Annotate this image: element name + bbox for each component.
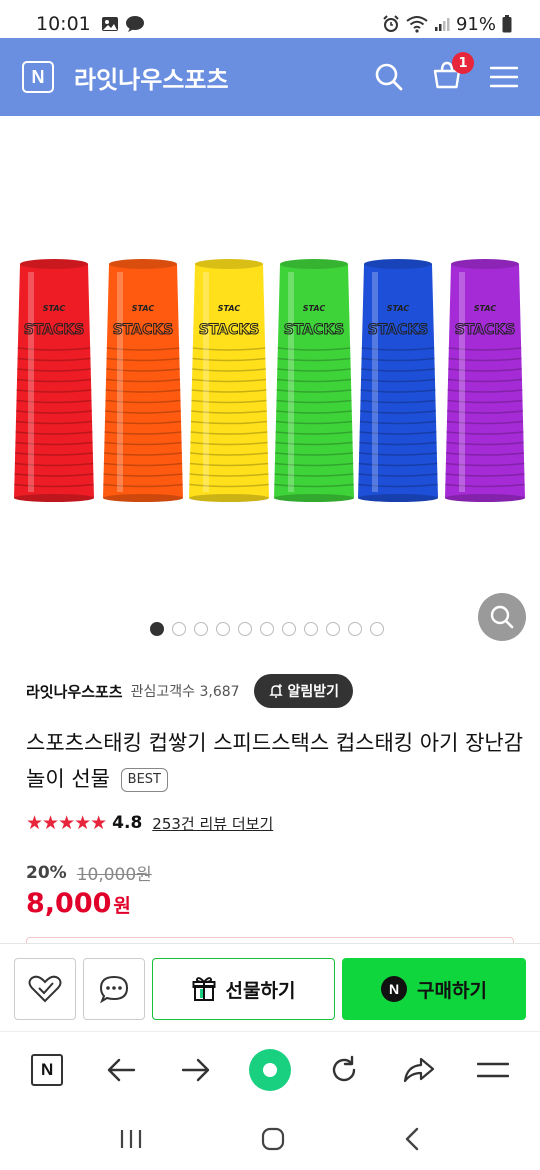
brand-mark-text: STAC (132, 304, 155, 313)
cup-label-text: STACKS (24, 322, 85, 338)
status-time: 10:01 (36, 13, 91, 35)
follower-count: 관심고객수 3,687 (130, 684, 240, 700)
gallery-icon (101, 17, 118, 31)
arrow-right-icon (181, 1058, 209, 1081)
green-dot-button[interactable] (245, 1045, 295, 1095)
search-icon[interactable] (374, 62, 404, 92)
naverpay-n-icon: N (381, 976, 408, 1002)
alarm-icon (383, 15, 399, 32)
heart-check-icon (28, 975, 62, 1003)
gift-label: 선물하기 (225, 979, 296, 1002)
cup-label-text: STACKS (455, 322, 516, 338)
stacked-cups: STAC STACKS (189, 259, 269, 502)
back-nav-icon[interactable] (402, 1126, 422, 1152)
chat-bubble-icon (99, 975, 129, 1004)
talktalk-chat-button[interactable] (83, 958, 145, 1020)
brand-mark-text: STAC (218, 304, 241, 313)
stacked-cups: STAC STACKS (445, 259, 525, 502)
cup-label-text: STACKS (113, 322, 174, 338)
image-zoom-button[interactable] (478, 593, 526, 641)
cart-button[interactable]: 1 (432, 52, 474, 94)
hamburger-icon (476, 1062, 509, 1077)
battery-icon (502, 15, 512, 33)
final-price: 8,000 원 (26, 888, 131, 919)
menu-icon[interactable] (490, 65, 518, 89)
store-header: N 라잇나우스포츠 1 (0, 38, 540, 116)
rating-row: ★★★★★ 4.8 253건 리뷰 더보기 (26, 812, 273, 834)
discount-rate: 20% (26, 862, 67, 883)
forward-button[interactable] (171, 1045, 221, 1095)
final-price-currency: 원 (113, 895, 131, 917)
carousel-dot[interactable] (348, 622, 362, 636)
review-more-link[interactable]: 253건 리뷰 더보기 (152, 813, 273, 834)
reload-button[interactable] (319, 1045, 369, 1095)
zoom-search-icon (490, 605, 514, 629)
naver-home-button[interactable]: N (22, 1045, 72, 1095)
stacked-cups: STAC STACKS (103, 259, 183, 502)
brand-mark-text: STAC (303, 304, 326, 313)
cup-label-text: STACKS (199, 322, 260, 338)
product-image: STAC STACKS STAC STACKS STAC STACKS STAC STACKS… (14, 259, 525, 502)
cart-count-badge: 1 (452, 52, 474, 74)
carousel-dot[interactable] (172, 622, 186, 636)
gift-icon (192, 977, 216, 1001)
share-arrow-icon (403, 1057, 434, 1082)
best-badge: BEST (120, 768, 168, 792)
original-price: 10,000원 (76, 865, 152, 885)
system-nav-bar (0, 1107, 540, 1170)
product-title: 스포츠스태킹 컵쌓기 스피드스택스 컵스태킹 아기 장난감 놀이 선물 BEST (26, 725, 526, 797)
cup-label-text: STACKS (368, 322, 429, 338)
browser-menu-button[interactable] (468, 1045, 518, 1095)
final-price-value: 8,000 (26, 888, 112, 919)
wishlist-button[interactable] (14, 958, 76, 1020)
carousel-dot[interactable] (194, 622, 208, 636)
back-button[interactable] (96, 1045, 146, 1095)
stacked-cups: STAC STACKS (274, 259, 354, 502)
gift-button[interactable]: 선물하기 (152, 958, 335, 1020)
carousel-dot[interactable] (370, 622, 384, 636)
store-name-link[interactable]: 라잇나우스포츠 (26, 681, 123, 702)
buy-label: 구매하기 (417, 979, 487, 1002)
naver-logo-letter: N (31, 66, 45, 87)
chat-status-icon (125, 16, 144, 32)
carousel-dot[interactable] (304, 622, 318, 636)
carousel-indicator (150, 622, 384, 636)
naver-logo-button[interactable]: N (22, 61, 54, 93)
cup-label-text: STACKS (284, 322, 345, 338)
share-button[interactable] (394, 1045, 444, 1095)
wifi-icon (406, 16, 428, 33)
buy-button[interactable]: N 구매하기 (342, 958, 526, 1020)
brand-mark-text: STAC (387, 304, 410, 313)
battery-percent: 91% (455, 13, 496, 35)
carousel-dot[interactable] (326, 622, 340, 636)
stacked-cups: STAC STACKS (358, 259, 438, 502)
alarm-label: 알림받기 (287, 684, 340, 700)
notification-subscribe-button[interactable]: 알림받기 (253, 674, 354, 708)
brand-mark-text: STAC (474, 304, 497, 313)
carousel-dot[interactable] (260, 622, 274, 636)
brand-mark-text: STAC (43, 304, 66, 313)
home-nav-icon[interactable] (260, 1126, 286, 1152)
purchase-action-bar: 선물하기 N 구매하기 (0, 943, 540, 1031)
star-rating: ★★★★★ (26, 812, 107, 834)
naver-n-icon: N (31, 1053, 64, 1086)
bell-plus-icon (268, 684, 283, 698)
product-image-carousel[interactable]: STAC STACKS STAC STACKS STAC STACKS STAC STACKS… (0, 116, 540, 656)
store-title[interactable]: 라잇나우스포츠 (74, 60, 229, 95)
carousel-dot[interactable] (238, 622, 252, 636)
arrow-left-icon (108, 1058, 136, 1081)
stacked-cups: STAC STACKS (14, 259, 94, 502)
discount-row: 20% 10,000원 (26, 860, 152, 886)
store-info-row: 라잇나우스포츠 관심고객수 3,687 알림받기 (26, 674, 526, 708)
recent-apps-icon[interactable] (118, 1128, 144, 1150)
rating-score: 4.8 (112, 813, 143, 833)
carousel-dot[interactable] (282, 622, 296, 636)
browser-toolbar: N (0, 1031, 540, 1107)
reload-icon (333, 1055, 356, 1081)
signal-icon (434, 18, 450, 31)
product-title-text: 스포츠스태킹 컵쌓기 스피드스택스 컵스태킹 아기 장난감 놀이 선물 (26, 731, 524, 791)
green-dot-icon (248, 1048, 291, 1091)
carousel-dot[interactable] (150, 622, 164, 636)
carousel-dot[interactable] (216, 622, 230, 636)
